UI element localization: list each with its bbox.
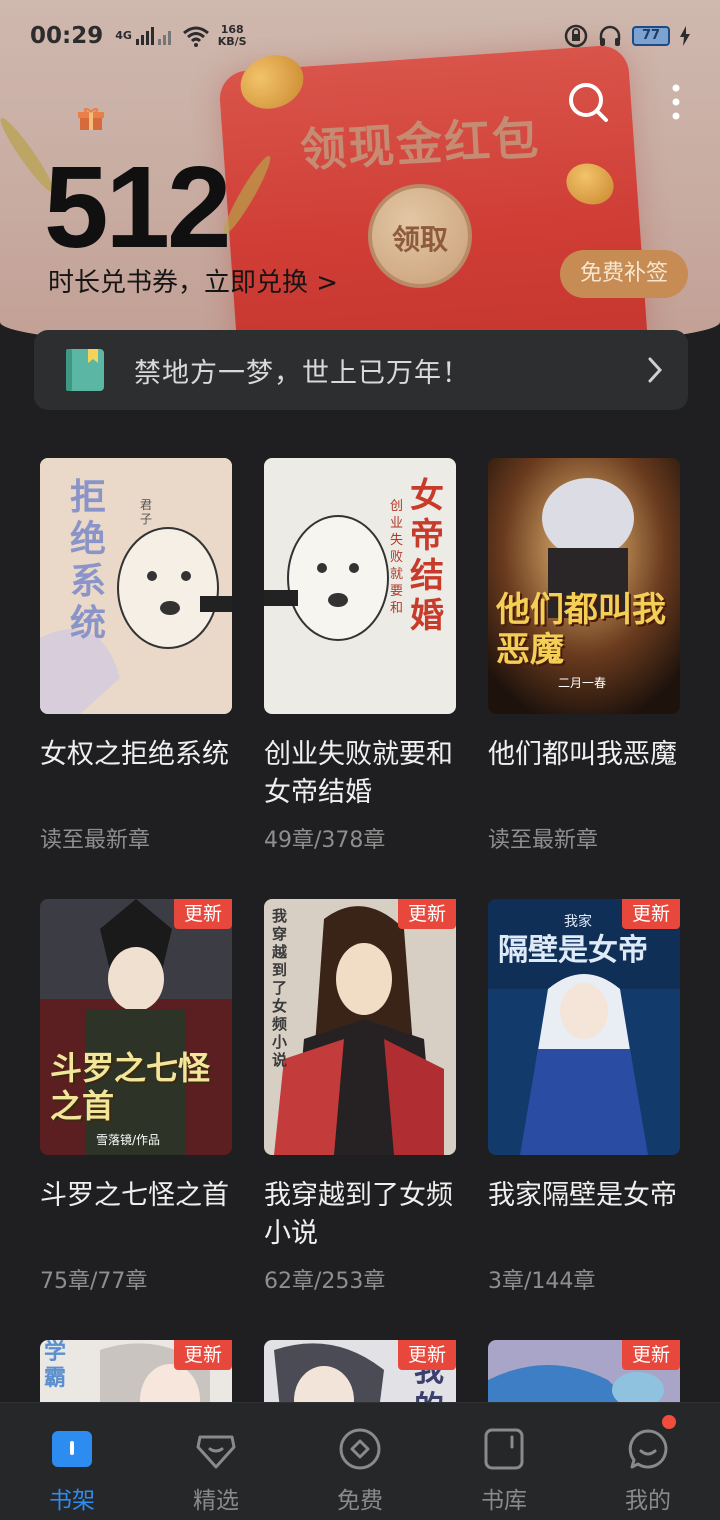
daily-quote-bar[interactable]: 禁地方一梦，世上已万年！ — [34, 330, 688, 410]
cover-author: 我家 — [564, 914, 592, 930]
book-progress: 读至最新章 — [488, 828, 599, 853]
wifi-icon — [182, 26, 209, 47]
charging-icon — [680, 26, 690, 46]
cover-title: 斗罗之七怪之首 — [50, 1049, 211, 1125]
battery-icon: 77 — [632, 26, 670, 46]
cover-title: 隔壁是女帝 — [498, 933, 648, 968]
quote-text: 禁地方一梦，世上已万年！ — [134, 357, 470, 389]
book-cover[interactable]: 隔壁是女帝 我家 — [488, 899, 680, 1155]
nav-library[interactable]: 书库 — [432, 1403, 576, 1520]
book-cover[interactable]: 斗罗之七怪之首 雪落镜/作品 — [40, 899, 232, 1155]
book-title: 斗罗之七怪之首 — [40, 1180, 229, 1211]
cover-title: 他们都叫我恶魔 — [496, 590, 666, 670]
book-title: 我家隔壁是女帝 — [488, 1180, 677, 1211]
checkin-button[interactable]: 免费补签 — [560, 250, 688, 298]
book-progress: 62章/253章 — [264, 1269, 386, 1294]
nav-featured[interactable]: 精选 — [144, 1403, 288, 1520]
nav-label: 精选 — [193, 1488, 239, 1514]
net-speed: 168 KB/S — [217, 23, 247, 48]
update-badge: 更新 — [398, 899, 456, 929]
update-badge: 更新 — [398, 1340, 456, 1370]
book-title: 创业失败就要和女帝结婚 — [264, 739, 453, 808]
profile-icon — [628, 1429, 668, 1469]
nav-label: 免费 — [337, 1488, 383, 1514]
cover-title: 我穿越到了女频小说 — [272, 907, 288, 1069]
bookshelf-icon — [52, 1431, 92, 1467]
status-right: 77 — [564, 24, 690, 48]
nav-profile[interactable]: 我的 — [576, 1403, 720, 1520]
diamond-icon — [196, 1435, 236, 1469]
cover-title: 学霸 — [44, 1340, 67, 1391]
book-cover[interactable]: 拒绝系统 君子 — [40, 458, 232, 714]
nav-label: 书库 — [481, 1488, 527, 1514]
promo-title: 领现金红包 — [298, 110, 542, 178]
cover-author: 二月一春 — [558, 676, 607, 690]
book-title: 他们都叫我恶魔 — [488, 739, 677, 770]
signal-label: 4G — [115, 29, 132, 42]
cover-title: 拒绝系统 — [70, 476, 107, 644]
book-progress: 49章/378章 — [264, 828, 386, 853]
notification-dot — [662, 1415, 676, 1429]
book-cover[interactable]: 他们都叫我恶魔 二月一春 — [488, 458, 680, 714]
status-time: 00:29 — [30, 23, 104, 49]
book-cover[interactable]: 女帝结婚 创业失败就要和 — [264, 458, 456, 714]
book-progress: 3章/144章 — [488, 1269, 596, 1294]
book-icon — [66, 349, 104, 391]
book-progress: 读至最新章 — [40, 828, 151, 853]
update-badge: 更新 — [622, 1340, 680, 1370]
header-banner: 领现金红包 领取 00:29 4G 168 KB/S 77 512 时长兑书券，… — [0, 0, 720, 350]
nav-label: 我的 — [625, 1488, 671, 1514]
chevron-right-icon — [648, 357, 663, 383]
more-options-icon[interactable] — [664, 80, 688, 124]
cover-title: 女帝结婚 — [410, 476, 444, 636]
cover-author: 君子 — [140, 498, 153, 526]
exchange-link[interactable]: 时长兑书券，立即兑换 > — [48, 262, 338, 299]
headphones-icon — [599, 25, 621, 46]
book-progress: 75章/77章 — [40, 1269, 148, 1294]
cover-author: 雪落镜/作品 — [96, 1133, 161, 1147]
nav-bookshelf[interactable]: 书架 — [0, 1403, 144, 1520]
status-bar: 00:29 4G 168 KB/S 77 — [0, 0, 720, 72]
search-icon[interactable] — [566, 80, 610, 124]
update-badge: 更新 — [622, 899, 680, 929]
book-cover[interactable]: 我穿越到了女频小说 — [264, 899, 456, 1155]
nav-label: 书架 — [49, 1488, 95, 1514]
gift-icon — [78, 107, 104, 130]
book-title: 我穿越到了女频小说 — [264, 1180, 453, 1249]
book-title: 女权之拒绝系统 — [40, 739, 229, 770]
cover-author: 创业失败就要和 — [390, 499, 404, 616]
update-badge: 更新 — [174, 1340, 232, 1370]
bottom-nav: 书架 精选 免费 书库 我的 — [0, 1402, 720, 1520]
voucher-balance: 512 — [44, 142, 232, 272]
library-icon — [484, 1428, 524, 1470]
rotation-lock-icon — [564, 24, 588, 48]
claim-button[interactable]: 领取 — [368, 184, 472, 288]
free-icon — [339, 1428, 381, 1470]
signal-icon: 4G — [115, 27, 176, 45]
update-badge: 更新 — [174, 899, 232, 929]
nav-free[interactable]: 免费 — [288, 1403, 432, 1520]
